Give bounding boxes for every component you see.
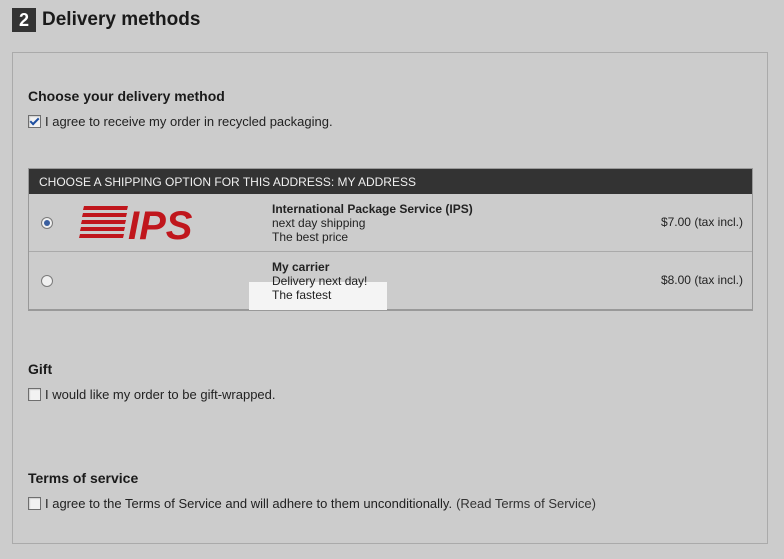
shipping-radio-ips[interactable] [41,217,53,229]
my-carrier-name: My carrier [272,260,330,274]
ips-price: $7.00 (tax incl.) [660,215,743,229]
shipping-option-my-carrier[interactable]: My carrier Delivery next day! The fastes… [29,252,752,310]
terms-row[interactable]: I agree to the Terms of Service and will… [28,496,596,511]
terms-section-title: Terms of service [28,470,139,486]
terms-checkbox[interactable] [28,497,41,510]
step-number-badge: 2 [12,8,36,32]
my-carrier-line1: Delivery next day! [272,274,368,288]
ips-line2: The best price [272,230,349,244]
shipping-options-table: CHOOSE A SHIPPING OPTION FOR THIS ADDRES… [28,168,753,311]
ips-logo-text: IPS [128,204,193,242]
my-carrier-info: My carrier Delivery next day! The fastes… [272,260,367,302]
delivery-section-title: Choose your delivery method [28,88,225,104]
step-header: 2 Delivery methods [12,8,200,32]
gift-wrap-checkbox[interactable] [28,388,41,401]
ips-info: International Package Service (IPS) next… [272,202,473,244]
recycled-packaging-label: I agree to receive my order in recycled … [45,114,333,129]
gift-wrap-row[interactable]: I would like my order to be gift-wrapped… [28,387,276,402]
gift-section-title: Gift [28,361,53,377]
gift-wrap-label: I would like my order to be gift-wrapped… [45,387,276,402]
shipping-options-header: CHOOSE A SHIPPING OPTION FOR THIS ADDRES… [29,169,752,194]
ips-line1: next day shipping [272,216,366,230]
shipping-radio-my-carrier[interactable] [41,275,53,287]
delivery-panel: Choose your delivery method I agree to r… [12,52,768,544]
my-carrier-line2: The fastest [272,288,332,302]
page-title: Delivery methods [42,9,201,30]
recycled-packaging-checkbox[interactable] [28,115,41,128]
my-carrier-price: $8.00 (tax incl.) [660,273,743,287]
recycled-packaging-row[interactable]: I agree to receive my order in recycled … [28,114,333,129]
terms-label: I agree to the Terms of Service and will… [45,496,453,511]
ips-name: International Package Service (IPS) [272,202,473,216]
shipping-option-ips[interactable]: IPS International Package Service (IPS) … [29,194,752,252]
read-terms-link[interactable]: (Read Terms of Service) [456,496,596,511]
ips-logo-icon: IPS [79,204,193,242]
